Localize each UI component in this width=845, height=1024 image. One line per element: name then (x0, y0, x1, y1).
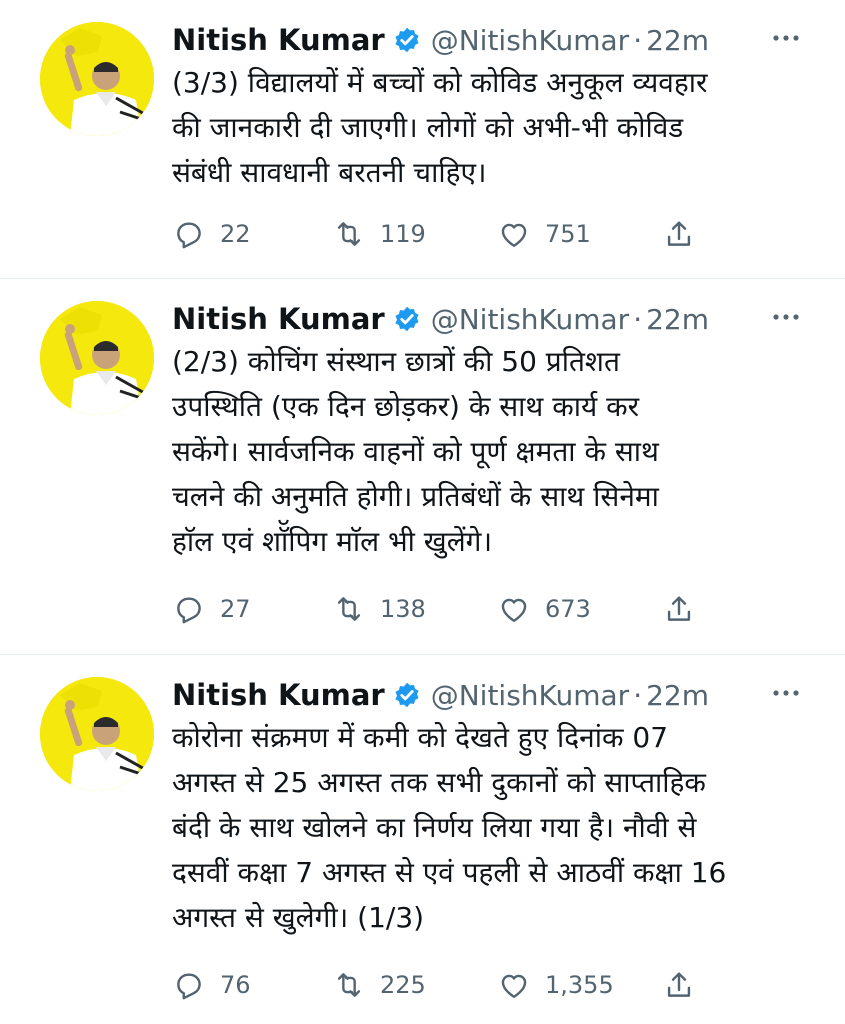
like-button[interactable]: 1,355 (497, 965, 614, 1005)
reply-button[interactable]: 22 (172, 214, 251, 254)
avatar-photo (40, 677, 154, 791)
tweet[interactable]: Nitish Kumar @NitishKumar · 22m (2/3) को… (0, 279, 845, 654)
share-icon (667, 972, 691, 997)
like-button[interactable]: 673 (497, 589, 591, 629)
retweet-count: 119 (380, 220, 426, 248)
avatar[interactable] (40, 22, 154, 136)
tweet-actions: 76 225 1,355 (172, 965, 732, 1005)
tweet[interactable]: Nitish Kumar @NitishKumar · 22m कोरोना स… (0, 655, 845, 1024)
avatar[interactable] (40, 301, 154, 415)
reply-count: 22 (220, 220, 251, 248)
tweet-text-line: संबंधी सावधानी बरतनी चाहिए। (172, 156, 487, 189)
tweet-header: Nitish Kumar @NitishKumar · 22m (172, 675, 709, 715)
like-count: 1,355 (545, 971, 614, 999)
tweet-text-line: सकेंगे। सार्वजनिक वाहनों को पूर्ण क्षमता… (172, 435, 659, 468)
more-icon[interactable] (771, 307, 801, 327)
retweet-button[interactable]: 119 (332, 214, 426, 254)
retweet-count: 225 (380, 971, 426, 999)
like-icon (501, 974, 527, 998)
tweet-text-line: चलने की अनुमति होगी। प्रतिबंधों के साथ स… (172, 480, 659, 513)
like-count: 751 (545, 220, 591, 248)
reply-count: 27 (220, 595, 251, 623)
tweet-text: (3/3) विद्यालयों में बच्चों को कोविड अनु… (172, 60, 812, 195)
author-name[interactable]: Nitish Kumar (172, 23, 385, 57)
timestamp[interactable]: 22m (646, 24, 709, 57)
avatar-photo (40, 22, 154, 136)
share-icon (667, 221, 691, 246)
share-button[interactable] (662, 214, 696, 254)
verified-badge-icon (395, 27, 419, 53)
reply-button[interactable]: 76 (172, 965, 251, 1005)
tweet[interactable]: Nitish Kumar @NitishKumar · 22m (3/3) वि… (0, 0, 845, 278)
share-icon (667, 596, 691, 621)
retweet-count: 138 (380, 595, 426, 623)
tweet-text-line: अगस्त से खुलेगी। (1/3) (172, 901, 425, 934)
timestamp[interactable]: 22m (646, 679, 709, 712)
verified-badge-icon (395, 306, 419, 332)
tweet-text-line: दसवीं कक्षा 7 अगस्त से एवं पहली से आठवीं… (172, 856, 727, 889)
share-button[interactable] (662, 589, 696, 629)
tweet-header: Nitish Kumar @NitishKumar · 22m (172, 299, 709, 339)
tweet-text-line: बंदी के साथ खोलने का निर्णय लिया गया है।… (172, 811, 697, 844)
tweet-actions: 22 119 751 (172, 214, 732, 254)
tweet-text-line: उपस्थिति (एक दिन छोड़कर) के साथ कार्य कर (172, 390, 640, 423)
separator-dot: · (633, 302, 643, 336)
tweet-actions: 27 138 673 (172, 589, 732, 629)
author-name[interactable]: Nitish Kumar (172, 302, 385, 336)
tweet-text-line: की जानकारी दी जाएगी। लोगों को अभी-भी कोव… (172, 111, 684, 144)
reply-count: 76 (220, 971, 251, 999)
tweet-header: Nitish Kumar @NitishKumar · 22m (172, 20, 709, 60)
reply-icon (177, 973, 201, 1000)
retweet-icon (337, 597, 361, 621)
tweet-text-line: (2/3) कोचिंग संस्थान छात्रों की 50 प्रति… (172, 345, 620, 378)
reply-icon (177, 597, 201, 624)
more-icon[interactable] (771, 683, 801, 703)
reply-icon (177, 222, 201, 249)
tweet-text: कोरोना संक्रमण में कमी को देखते हुए दिना… (172, 715, 812, 940)
timestamp[interactable]: 22m (646, 303, 709, 336)
reply-button[interactable]: 27 (172, 589, 251, 629)
like-icon (501, 598, 527, 622)
tweet-text-line: कोरोना संक्रमण में कमी को देखते हुए दिना… (172, 721, 669, 754)
like-icon (501, 223, 527, 247)
verified-badge-icon (395, 682, 419, 708)
share-button[interactable] (662, 965, 696, 1005)
retweet-button[interactable]: 225 (332, 965, 426, 1005)
retweet-button[interactable]: 138 (332, 589, 426, 629)
tweet-text: (2/3) कोचिंग संस्थान छात्रों की 50 प्रति… (172, 339, 812, 564)
retweet-icon (337, 222, 361, 246)
more-icon[interactable] (771, 28, 801, 48)
avatar-photo (40, 301, 154, 415)
tweet-text-line: हाॅल एवं शाॅॅपिग माॅल भी खुलेंगे। (172, 525, 493, 558)
like-button[interactable]: 751 (497, 214, 591, 254)
separator-dot: · (633, 678, 643, 712)
retweet-icon (337, 973, 361, 997)
author-handle[interactable]: @NitishKumar (431, 24, 629, 57)
author-name[interactable]: Nitish Kumar (172, 678, 385, 712)
author-handle[interactable]: @NitishKumar (431, 303, 629, 336)
tweet-text-line: (3/3) विद्यालयों में बच्चों को कोविड अनु… (172, 66, 708, 99)
tweet-text-line: अगस्त से 25 अगस्त तक सभी दुकानों को साप्… (172, 766, 706, 799)
author-handle[interactable]: @NitishKumar (431, 679, 629, 712)
separator-dot: · (633, 23, 643, 57)
like-count: 673 (545, 595, 591, 623)
avatar[interactable] (40, 677, 154, 791)
